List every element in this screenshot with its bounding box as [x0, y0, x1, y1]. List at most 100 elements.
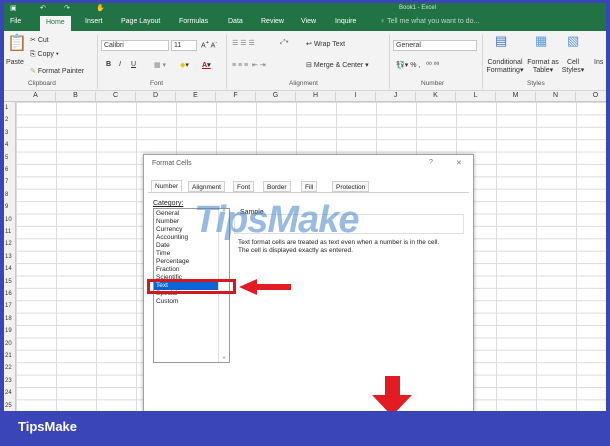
- ribbon: 📋 Paste ✂ Cut ⎘ Copy ▾ ✎ Format Painter …: [4, 31, 606, 91]
- tab-review[interactable]: Review: [261, 18, 284, 25]
- row-header[interactable]: 5: [4, 152, 16, 164]
- ribbon-tabs: File Home Insert Page Layout Formulas Da…: [4, 15, 606, 31]
- tab-data[interactable]: Data: [228, 18, 243, 25]
- help-button[interactable]: ?: [429, 159, 433, 166]
- grow-font-icon[interactable]: A+ A-: [201, 40, 217, 49]
- column-header[interactable]: K: [416, 92, 456, 102]
- tab-border[interactable]: Border: [263, 181, 291, 192]
- tab-page-layout[interactable]: Page Layout: [121, 18, 160, 25]
- tab-file[interactable]: File: [10, 18, 21, 25]
- tab-inquire[interactable]: Inquire: [335, 18, 356, 25]
- row-header[interactable]: 18: [4, 313, 16, 325]
- font-name-select[interactable]: Calibri: [101, 40, 169, 51]
- conditional-formatting-icon: ▤: [495, 33, 508, 48]
- tab-font[interactable]: Font: [233, 181, 255, 192]
- row-header[interactable]: 1: [4, 102, 16, 114]
- cut-button[interactable]: ✂ Cut: [30, 36, 49, 44]
- tab-insert[interactable]: Insert: [85, 18, 103, 25]
- row-header[interactable]: 11: [4, 226, 16, 238]
- column-header[interactable]: B: [56, 92, 96, 102]
- save-icon[interactable]: ▣: [10, 4, 17, 12]
- orientation-icon[interactable]: ⤢▾: [280, 39, 289, 47]
- copy-button[interactable]: ⎘ Copy ▾: [30, 51, 59, 59]
- row-header[interactable]: 2: [4, 114, 16, 126]
- title-bar: ▣ ↶ ↷ ✋ Book1 - Excel: [4, 3, 606, 15]
- close-button[interactable]: ✕: [456, 159, 462, 167]
- row-header[interactable]: 21: [4, 350, 16, 362]
- cell-styles-button[interactable]: Cell Styles▾: [561, 59, 585, 75]
- column-header[interactable]: C: [96, 92, 136, 102]
- dialog-title: Format Cells: [152, 160, 192, 167]
- excel-window: ▣ ↶ ↷ ✋ Book1 - Excel File Home Insert P…: [4, 3, 606, 411]
- row-header[interactable]: 8: [4, 189, 16, 201]
- column-header[interactable]: F: [216, 92, 256, 102]
- row-header[interactable]: 24: [4, 387, 16, 399]
- row-header[interactable]: 17: [4, 300, 16, 312]
- borders-icon[interactable]: ▦ ▾: [154, 61, 166, 69]
- row-header[interactable]: 23: [4, 375, 16, 387]
- column-header[interactable]: H: [296, 92, 336, 102]
- align-top-icon[interactable]: ☰ ☰ ☰: [232, 39, 255, 47]
- tell-me-search[interactable]: ♀ Tell me what you want to do...: [380, 18, 479, 25]
- row-header[interactable]: 14: [4, 263, 16, 275]
- down-arrow-icon: [372, 376, 412, 411]
- row-header[interactable]: 15: [4, 276, 16, 288]
- column-header[interactable]: E: [176, 92, 216, 102]
- tab-formulas[interactable]: Formulas: [179, 18, 208, 25]
- merge-center-button[interactable]: ⊟ Merge & Center ▾: [306, 61, 369, 69]
- row-header[interactable]: 6: [4, 164, 16, 176]
- fill-color-icon[interactable]: ◆▾: [180, 61, 189, 69]
- wrap-icon: ↩: [306, 41, 314, 48]
- bold-button[interactable]: B: [106, 61, 111, 68]
- tab-number[interactable]: Number: [151, 180, 183, 192]
- column-header[interactable]: O: [576, 92, 606, 102]
- merge-icon: ⊟: [306, 62, 314, 69]
- redo-icon[interactable]: ↷: [64, 4, 70, 12]
- touch-mode-icon[interactable]: ✋: [96, 4, 105, 12]
- insert-button[interactable]: Ins: [594, 59, 603, 66]
- description-line-2: The cell is displayed exactly as entered…: [238, 247, 353, 254]
- number-format-select[interactable]: General: [393, 40, 477, 51]
- row-header[interactable]: 12: [4, 238, 16, 250]
- column-header[interactable]: M: [496, 92, 536, 102]
- row-header[interactable]: 25: [4, 400, 16, 411]
- column-header[interactable]: A: [16, 92, 56, 102]
- row-header[interactable]: 9: [4, 201, 16, 213]
- currency-icon[interactable]: 💱▾ % , ⁰⁰ ⁰⁰: [396, 61, 439, 69]
- row-header[interactable]: 20: [4, 338, 16, 350]
- column-header[interactable]: J: [376, 92, 416, 102]
- brush-icon: ✎: [30, 68, 38, 75]
- column-header[interactable]: G: [256, 92, 296, 102]
- row-header[interactable]: 10: [4, 214, 16, 226]
- column-header[interactable]: D: [136, 92, 176, 102]
- row-header[interactable]: 3: [4, 127, 16, 139]
- underline-button[interactable]: U: [131, 61, 136, 68]
- scissors-icon: ✂: [30, 37, 38, 44]
- tab-alignment[interactable]: Alignment: [188, 181, 225, 192]
- row-header[interactable]: 19: [4, 325, 16, 337]
- row-header[interactable]: 13: [4, 251, 16, 263]
- paste-button[interactable]: Paste: [6, 59, 24, 66]
- format-painter-button[interactable]: ✎ Format Painter: [30, 67, 84, 75]
- font-size-select[interactable]: 11: [171, 40, 197, 51]
- row-header[interactable]: 7: [4, 176, 16, 188]
- tab-home[interactable]: Home: [40, 16, 71, 31]
- tab-protection[interactable]: Protection: [332, 181, 370, 192]
- row-header[interactable]: 22: [4, 362, 16, 374]
- conditional-formatting-button[interactable]: Conditional Formatting▾: [482, 59, 528, 75]
- row-header[interactable]: 16: [4, 288, 16, 300]
- column-header[interactable]: I: [336, 92, 376, 102]
- wrap-text-button[interactable]: ↩ Wrap Text: [306, 40, 345, 48]
- font-color-icon[interactable]: A▾: [202, 61, 211, 69]
- cell-styles-icon: ▧: [567, 33, 580, 48]
- paste-icon[interactable]: 📋: [7, 33, 27, 53]
- align-left-icon[interactable]: ≡ ≡ ≡ ⇤ ⇥: [232, 61, 266, 69]
- undo-icon[interactable]: ↶: [40, 4, 46, 12]
- column-header[interactable]: N: [536, 92, 576, 102]
- column-header[interactable]: L: [456, 92, 496, 102]
- format-as-table-button[interactable]: Format as Table▾: [524, 59, 562, 75]
- row-header[interactable]: 4: [4, 139, 16, 151]
- italic-button[interactable]: I: [119, 61, 121, 68]
- tab-fill[interactable]: Fill: [301, 181, 318, 192]
- tab-view[interactable]: View: [301, 18, 316, 25]
